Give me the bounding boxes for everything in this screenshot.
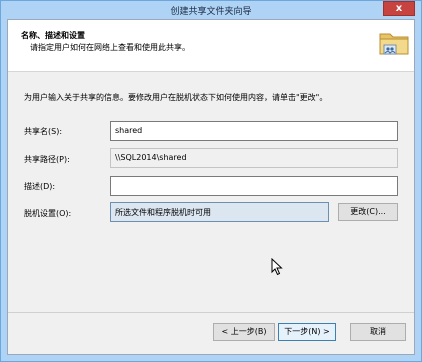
shared-folder-icon: [379, 33, 409, 55]
next-button[interactable]: 下一步(N) >: [278, 323, 336, 341]
wizard-body: 名称、描述和设置 请指定用户如何在网络上查看和使用此共享。 为用户输入关于共享的…: [7, 19, 415, 355]
title-bar[interactable]: 创建共享文件夹向导 x: [1, 1, 421, 19]
previous-button[interactable]: < 上一步(B): [213, 323, 275, 341]
page-subtitle: 请指定用户如何在网络上查看和使用此共享。: [30, 43, 190, 52]
share-name-label: 共享名(S):: [24, 127, 63, 136]
description-label: 描述(D):: [24, 182, 56, 191]
cancel-button[interactable]: 取消: [350, 323, 406, 341]
change-button[interactable]: 更改(C)...: [338, 203, 398, 221]
close-button[interactable]: x: [383, 1, 415, 16]
offline-settings-field: 所选文件和程序脱机时可用: [110, 202, 329, 222]
share-name-input[interactable]: shared: [110, 121, 398, 141]
wizard-window: 创建共享文件夹向导 x 名称、描述和设置 请指定用户如何在网络上查看和使用此共享…: [0, 0, 422, 362]
share-path-label: 共享路径(P):: [24, 155, 70, 164]
offline-settings-label: 脱机设置(O):: [24, 209, 72, 218]
wizard-header: 名称、描述和设置 请指定用户如何在网络上查看和使用此共享。: [8, 20, 414, 72]
share-path-field: \\SQL2014\shared: [110, 148, 398, 168]
window-title: 创建共享文件夹向导: [170, 7, 252, 17]
page-title: 名称、描述和设置: [21, 31, 85, 40]
instructions-text: 为用户输入关于共享的信息。要修改用户在脱机状态下如何使用内容，请单击"更改"。: [24, 93, 328, 102]
mouse-cursor-icon: [271, 258, 283, 276]
close-icon: x: [395, 3, 403, 14]
footer-divider: [8, 312, 414, 313]
description-input[interactable]: [110, 176, 398, 196]
